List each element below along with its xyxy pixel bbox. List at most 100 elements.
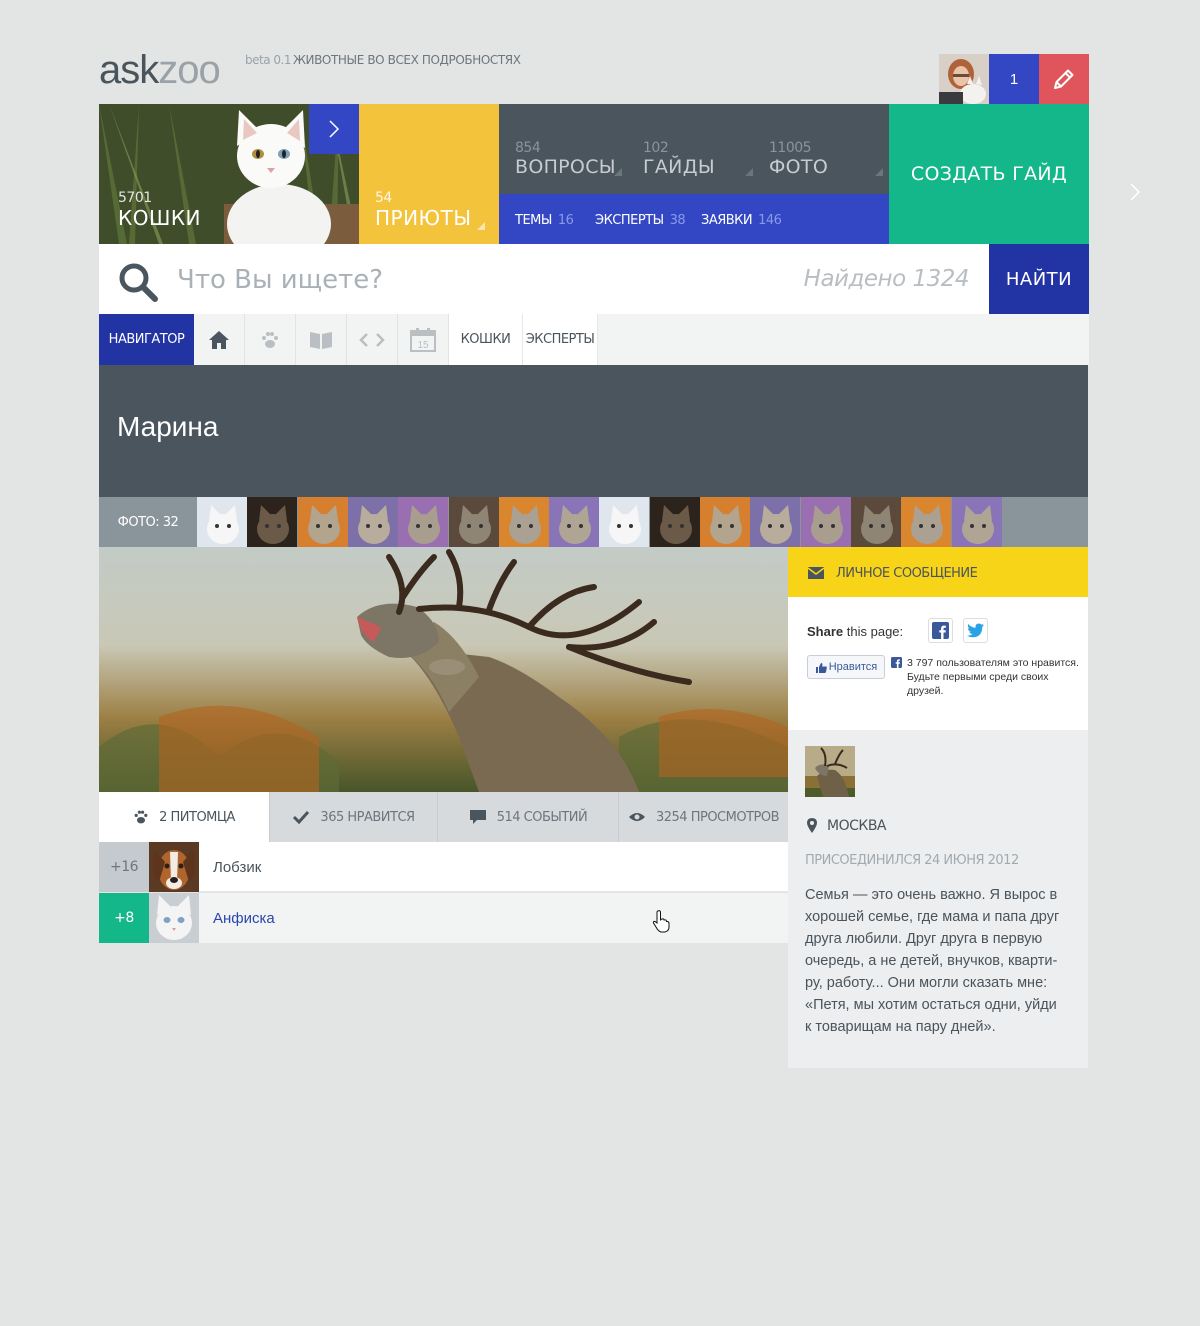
stat-guides[interactable]: 102 ГАЙДЫ bbox=[643, 140, 753, 178]
tab-likes-label: 365 НРАВИТСЯ bbox=[320, 809, 415, 825]
sub-link-experts-count: 38 bbox=[669, 213, 686, 228]
profile-photo[interactable] bbox=[805, 746, 855, 797]
mouse-cursor-icon bbox=[652, 909, 670, 938]
photo-count: ФОТО: 32 bbox=[117, 514, 179, 530]
pet-name[interactable]: Лобзик bbox=[213, 859, 261, 876]
eye-icon bbox=[628, 813, 645, 821]
photo-thumbnail[interactable] bbox=[448, 497, 499, 547]
facebook-like-button[interactable]: Нравится bbox=[807, 655, 885, 679]
profile-city: МОСКВА bbox=[827, 818, 887, 834]
nav-home[interactable] bbox=[194, 314, 245, 365]
photo-thumbnail[interactable] bbox=[649, 497, 700, 547]
cat-thumbnail bbox=[347, 497, 398, 547]
photo-thumbnail[interactable] bbox=[398, 497, 449, 547]
share-rest: this page: bbox=[846, 624, 904, 639]
paw-icon bbox=[262, 331, 278, 348]
search-input[interactable] bbox=[177, 262, 777, 298]
like-count-text: 3 797 пользователям это нравится. Будьте… bbox=[907, 657, 1079, 697]
search-button[interactable]: НАЙТИ bbox=[989, 244, 1089, 314]
cat-thumbnail bbox=[901, 497, 952, 547]
sub-link-experts[interactable]: ЭКСПЕРТЫ 38 bbox=[595, 213, 686, 228]
pet-name[interactable]: Анфиска bbox=[213, 910, 275, 927]
nav-link-experts[interactable]: ЭКСПЕРТЫ bbox=[523, 314, 598, 365]
cat-thumbnail bbox=[247, 497, 298, 547]
nav-animals[interactable] bbox=[245, 314, 296, 365]
cat-thumbnail bbox=[498, 497, 549, 547]
twitter-share-button[interactable] bbox=[963, 618, 988, 643]
photo-thumbnail[interactable] bbox=[347, 497, 398, 547]
nav-calendar[interactable]: 15 bbox=[398, 314, 449, 365]
create-guide-button[interactable]: СОЗДАТЬ ГАЙД bbox=[889, 104, 1089, 244]
cat-thumbnail bbox=[951, 497, 1002, 547]
tile-shelters[interactable]: 54 ПРИЮТЫ bbox=[359, 104, 499, 244]
tagline: ЖИВОТНЫЕ ВО ВСЕХ ПОДРОБНОСТЯХ bbox=[293, 53, 521, 67]
private-message-label: ЛИЧНОЕ СООБЩЕНИЕ bbox=[836, 566, 978, 581]
photo-thumbnail[interactable] bbox=[750, 497, 801, 547]
user-avatar[interactable] bbox=[939, 54, 989, 104]
photo-thumbnail[interactable] bbox=[850, 497, 901, 547]
calendar-icon: 15 bbox=[410, 327, 436, 352]
photo-thumbnail[interactable] bbox=[197, 497, 247, 547]
cat-thumbnail bbox=[850, 497, 901, 547]
cat-thumbnail bbox=[297, 497, 348, 547]
like-button-label: Нравится bbox=[828, 661, 878, 673]
shelters-label: ПРИЮТЫ bbox=[375, 206, 472, 230]
cats-next-button[interactable] bbox=[309, 104, 359, 154]
book-icon bbox=[310, 331, 332, 349]
check-icon bbox=[293, 810, 310, 824]
deer-photo bbox=[99, 547, 788, 792]
share-label: Share bbox=[807, 624, 844, 639]
logo[interactable]: askzoo bbox=[99, 50, 221, 90]
sub-link-topics[interactable]: ТЕМЫ 16 bbox=[515, 213, 574, 228]
navigator: НАВИГАТОР 15 КОШКИ ЭКСПЕРТЫ bbox=[99, 314, 1089, 365]
sub-link-requests[interactable]: ЗАЯВКИ 146 bbox=[701, 213, 782, 228]
sub-links: ТЕМЫ 16 ЭКСПЕРТЫ 38 ЗАЯВКИ 146 bbox=[499, 194, 889, 244]
cat-thumbnail bbox=[800, 497, 851, 547]
nav-guides[interactable] bbox=[296, 314, 347, 365]
nav-code[interactable] bbox=[347, 314, 398, 365]
photo-thumbnail[interactable] bbox=[498, 497, 549, 547]
stat-guides-count: 102 bbox=[643, 140, 669, 156]
private-message-button[interactable]: ЛИЧНОЕ СООБЩЕНИЕ bbox=[788, 547, 1088, 597]
edit-button[interactable] bbox=[1039, 54, 1089, 104]
thumbs-up-icon bbox=[815, 662, 827, 673]
notifications-button[interactable]: 1 bbox=[989, 54, 1039, 104]
sub-link-requests-label: ЗАЯВКИ bbox=[701, 213, 753, 228]
main-photo[interactable] bbox=[99, 547, 788, 792]
carousel-next-button[interactable] bbox=[1128, 182, 1142, 207]
cat-thumbnail bbox=[448, 497, 499, 547]
tab-likes[interactable]: 365 НРАВИТСЯ bbox=[270, 792, 438, 842]
corner-triangle-icon bbox=[477, 222, 485, 230]
photo-thumbnail[interactable] bbox=[247, 497, 298, 547]
sub-link-topics-count: 16 bbox=[557, 213, 574, 228]
tab-pets[interactable]: 2 ПИТОМЦА bbox=[99, 792, 270, 842]
photo-thumbnail[interactable] bbox=[901, 497, 952, 547]
cat-thumbnail bbox=[599, 497, 650, 547]
facebook-icon bbox=[891, 657, 902, 668]
facebook-share-button[interactable] bbox=[928, 618, 953, 643]
pet-photo bbox=[149, 842, 199, 892]
photo-thumbnail[interactable] bbox=[800, 497, 851, 547]
stat-photos[interactable]: 11005 ФОТО bbox=[769, 140, 883, 178]
corner-triangle-icon bbox=[875, 168, 883, 176]
photo-thumbnail[interactable] bbox=[599, 497, 650, 547]
tab-events[interactable]: 514 СОБЫТИЙ bbox=[438, 792, 619, 842]
photo-thumbnail[interactable] bbox=[700, 497, 750, 547]
chevron-right-icon bbox=[1130, 183, 1141, 201]
pet-row[interactable]: +8 Анфиска bbox=[99, 893, 788, 943]
photo-thumbnail[interactable] bbox=[297, 497, 348, 547]
nav-link-cats[interactable]: КОШКИ bbox=[449, 314, 523, 365]
tab-views[interactable]: 3254 ПРОСМОТРОВ bbox=[619, 792, 788, 842]
cat-thumbnail bbox=[549, 497, 600, 547]
search-icon bbox=[119, 263, 158, 302]
twitter-icon bbox=[967, 623, 984, 638]
calendar-day: 15 bbox=[417, 340, 429, 351]
photo-thumbnail[interactable] bbox=[951, 497, 1002, 547]
corner-triangle-icon bbox=[745, 168, 753, 176]
pet-row[interactable]: +16 Лобзик bbox=[99, 842, 788, 892]
cat-thumbnail bbox=[750, 497, 801, 547]
location-pin-icon bbox=[807, 818, 817, 833]
cat-thumbnail bbox=[700, 497, 750, 547]
profile-header: Марина bbox=[99, 365, 1088, 497]
photo-thumbnail[interactable] bbox=[549, 497, 600, 547]
